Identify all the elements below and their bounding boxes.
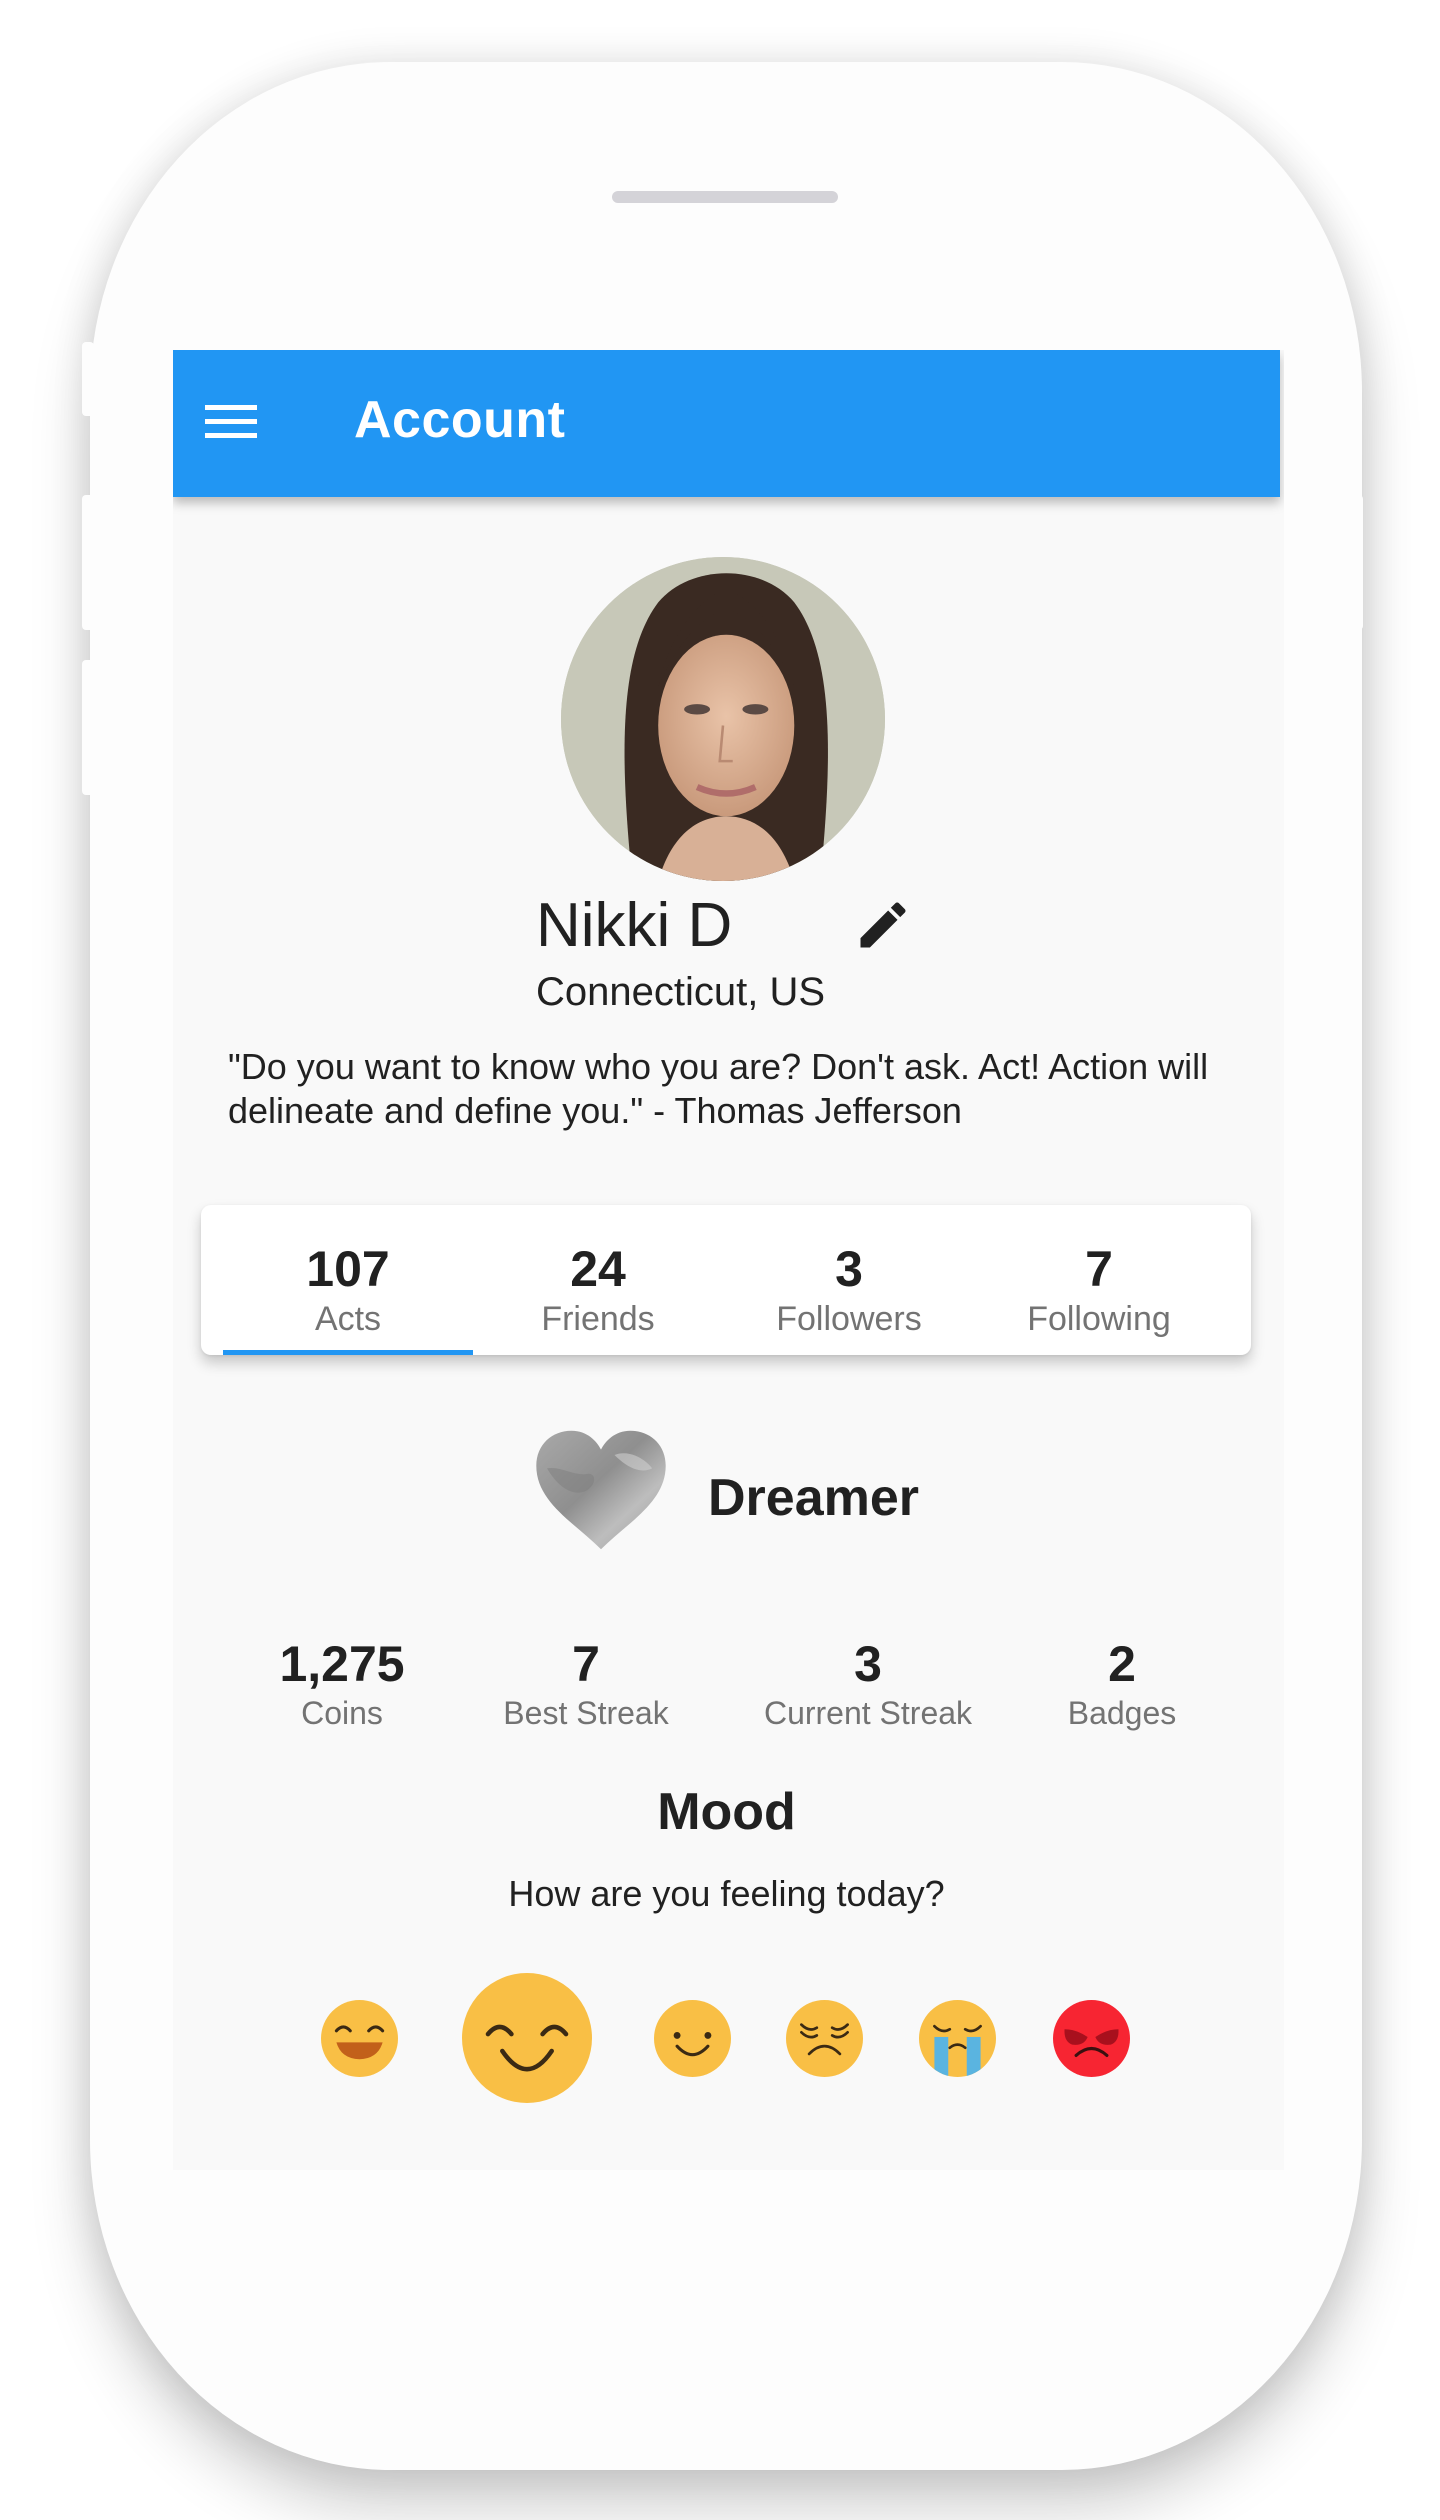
mood-angry-icon[interactable] [1053,2000,1130,2077]
tab-following[interactable]: 7 Following [974,1205,1224,1355]
mood-title: Mood [657,1783,796,1841]
stat-label: Current Streak [763,1695,973,1731]
tab-followers[interactable]: 3 Followers [724,1205,974,1355]
mood-persevering-icon[interactable] [786,2000,863,2077]
profile-location: Connecticut, US [536,970,826,1014]
tab-value: 7 [1085,1241,1113,1297]
tab-label: Followers [776,1300,922,1338]
stat-best-streak: 7 Best Streak [456,1635,716,1733]
stat-label: Best Streak [503,1695,669,1731]
profile-photo [561,557,885,881]
mood-crying-icon[interactable] [919,2000,996,2077]
phone-side-button-power [1351,495,1363,630]
stat-value: 7 [572,1636,600,1692]
mood-smiling-icon[interactable] [462,1973,592,2103]
phone-side-button-mute [82,342,94,416]
tab-value: 107 [306,1241,390,1297]
tab-friends[interactable]: 24 Friends [473,1205,723,1355]
stat-label: Coins [301,1695,383,1731]
rank-title: Dreamer [708,1469,920,1527]
profile-quote: "Do you want to know who you are? Don't … [228,1046,1209,1131]
stat-coins: 1,275 Coins [212,1635,472,1733]
stats-tab-bar: 107 Acts 24 Friends 3 Followers 7 Follow… [201,1205,1251,1355]
app-screen: Account Nikki D Connecticut, US "Do you … [173,350,1284,2170]
tab-label: Acts [314,1300,382,1338]
pencil-icon[interactable] [853,895,913,955]
tab-value: 3 [835,1241,863,1297]
mood-grinning-icon[interactable] [321,2000,398,2077]
selected-tab-indicator [223,1350,473,1355]
phone-side-button-volume-down [82,660,94,795]
tab-value: 24 [570,1241,626,1297]
stat-current-streak: 3 Current Streak [738,1635,998,1733]
app-bar: Account [173,350,1280,497]
tab-label: Following [1027,1300,1171,1338]
heart-icon [533,1428,669,1552]
stat-value: 3 [854,1636,882,1692]
stat-value: 1,275 [279,1636,405,1692]
stat-label: Badges [1067,1695,1177,1731]
stat-value: 2 [1108,1636,1136,1692]
speaker-notch [612,191,838,203]
tab-label: Friends [541,1300,655,1338]
stat-badges: 2 Badges [992,1635,1252,1733]
mood-prompt: How are you feeling today? [508,1873,945,1914]
mood-slight-smile-icon[interactable] [654,2000,731,2077]
profile-name: Nikki D [536,891,733,960]
hamburger-menu-icon[interactable] [205,405,257,439]
phone-side-button-volume-up [82,495,94,630]
avatar[interactable] [561,557,885,881]
page-title: Account [354,391,566,449]
tab-acts[interactable]: 107 Acts [223,1205,473,1355]
